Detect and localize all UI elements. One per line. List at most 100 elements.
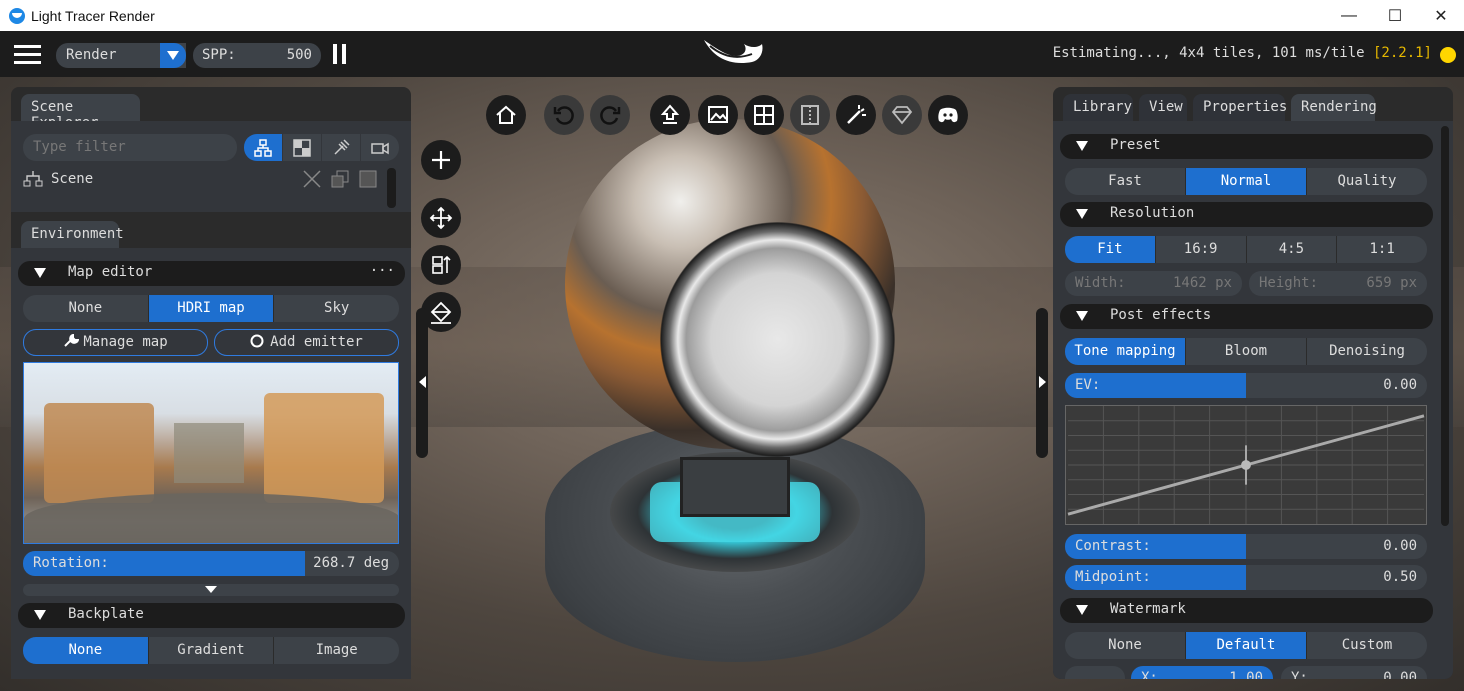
tone-curve-graph[interactable] (1065, 405, 1427, 525)
map-editor-header[interactable]: Map editor ··· (18, 261, 405, 286)
width-label: Width: (1075, 275, 1126, 291)
filter-input[interactable]: Type filter (23, 134, 237, 161)
window-titlebar: Light Tracer Render — ☐ ✕ (0, 0, 1464, 31)
backplate-none[interactable]: None (23, 637, 149, 664)
export-icon[interactable] (650, 95, 690, 135)
spp-field[interactable]: SPP: 500 (193, 43, 321, 68)
tab-properties[interactable]: Properties (1193, 94, 1287, 121)
gem-icon[interactable] (882, 95, 922, 135)
move-icon[interactable] (421, 198, 461, 238)
collapse-icon (1076, 311, 1088, 321)
resolution-header[interactable]: Resolution (1060, 202, 1433, 227)
chevron-down-icon[interactable] (160, 43, 186, 68)
watermark-x-value: 1.00 (1229, 670, 1263, 679)
chevron-right-icon (1039, 376, 1046, 388)
manage-map-label: Manage map (83, 334, 168, 350)
materials-icon[interactable] (283, 134, 321, 161)
resolution-4-5[interactable]: 4:5 (1246, 236, 1338, 263)
expand-bar[interactable] (23, 584, 399, 596)
more-icon[interactable]: ··· (370, 263, 395, 279)
rotation-value: 268.7 deg (313, 555, 389, 571)
height-field[interactable]: Height: 659 px (1249, 271, 1427, 296)
right-scrollbar[interactable] (1441, 126, 1449, 526)
tab-view[interactable]: View (1139, 94, 1187, 121)
add-emitter-label: Add emitter (270, 334, 363, 350)
compare-icon[interactable] (790, 95, 830, 135)
collapse-icon (1076, 141, 1088, 151)
preset-fast[interactable]: Fast (1065, 168, 1186, 195)
delete-icon[interactable] (302, 169, 322, 189)
resolution-16-9[interactable]: 16:9 (1155, 236, 1247, 263)
feather-logo-icon (704, 40, 763, 64)
maximize-button[interactable]: ☐ (1372, 0, 1418, 31)
undo-icon[interactable] (544, 95, 584, 135)
tab-denoising[interactable]: Denoising (1307, 338, 1427, 365)
camera-icon[interactable] (361, 134, 399, 161)
resolution-1-1[interactable]: 1:1 (1337, 236, 1427, 263)
preset-quality[interactable]: Quality (1307, 168, 1427, 195)
hdri-preview[interactable] (23, 362, 399, 544)
midpoint-slider[interactable]: Midpoint: 0.50 (1065, 565, 1427, 590)
resolution-title: Resolution (1110, 205, 1195, 221)
contrast-slider[interactable]: Contrast: 0.00 (1065, 534, 1427, 559)
watermark-selector: None Default Custom (1065, 632, 1427, 659)
status-indicator-icon (1440, 47, 1456, 63)
tab-environment[interactable]: Environment (21, 221, 124, 248)
scene-tree-root[interactable]: Scene (51, 171, 93, 187)
resolution-fit[interactable]: Fit (1065, 236, 1156, 263)
redo-icon[interactable] (590, 95, 630, 135)
render-mode-select[interactable]: Render (56, 43, 186, 68)
watermark-header[interactable]: Watermark (1060, 598, 1433, 623)
backplate-header[interactable]: Backplate (18, 603, 405, 628)
post-effects-header[interactable]: Post effects (1060, 304, 1433, 329)
scene-tree-icon (23, 171, 43, 187)
spp-label: SPP: (202, 47, 236, 63)
magic-wand-icon[interactable] (836, 95, 876, 135)
add-icon[interactable] (421, 140, 461, 180)
version-label: [2.2.1] (1372, 45, 1432, 61)
add-emitter-button[interactable]: Add emitter (214, 329, 399, 356)
image-icon[interactable] (698, 95, 738, 135)
discord-icon[interactable] (928, 95, 968, 135)
align-buttons[interactable] (1065, 666, 1125, 679)
width-field[interactable]: Width: 1462 px (1065, 271, 1242, 296)
map-mode-hdri[interactable]: HDRI map (148, 295, 275, 322)
scale-icon[interactable] (421, 245, 461, 285)
square-icon[interactable] (358, 169, 378, 189)
watermark-y-field[interactable]: Y: 0.00 (1281, 666, 1427, 679)
lights-icon[interactable] (322, 134, 360, 161)
backplate-image[interactable]: Image (274, 637, 399, 664)
backplate-gradient[interactable]: Gradient (148, 637, 275, 664)
watermark-custom[interactable]: Custom (1307, 632, 1427, 659)
tab-tone-mapping[interactable]: Tone mapping (1065, 338, 1186, 365)
collapse-icon (1076, 209, 1088, 219)
minimize-button[interactable]: — (1326, 0, 1372, 31)
chevron-left-icon (419, 376, 426, 388)
scene-scrollbar[interactable] (387, 168, 396, 208)
duplicate-icon[interactable] (330, 169, 350, 189)
preset-normal[interactable]: Normal (1186, 168, 1307, 195)
menu-icon[interactable] (14, 45, 41, 65)
watermark-none[interactable]: None (1065, 632, 1186, 659)
ev-label: EV: (1075, 377, 1101, 393)
tab-scene-explorer[interactable]: Scene Explorer (21, 94, 140, 131)
right-panel-toggle[interactable] (1036, 308, 1048, 458)
watermark-x-field[interactable]: X: 1.00 (1131, 666, 1273, 679)
tab-rendering[interactable]: Rendering (1291, 94, 1377, 121)
preset-header[interactable]: Preset (1060, 134, 1433, 159)
map-mode-sky[interactable]: Sky (274, 295, 399, 322)
height-label: Height: (1259, 275, 1319, 291)
close-button[interactable]: ✕ (1418, 0, 1464, 31)
grid-icon[interactable] (744, 95, 784, 135)
home-icon[interactable] (486, 95, 526, 135)
watermark-default[interactable]: Default (1186, 632, 1307, 659)
manage-map-button[interactable]: Manage map (23, 329, 208, 356)
rotation-slider[interactable]: Rotation: 268.7 deg (23, 551, 399, 576)
map-mode-none[interactable]: None (23, 295, 149, 322)
pause-icon[interactable] (333, 44, 347, 66)
hierarchy-icon[interactable] (244, 134, 282, 161)
ev-slider[interactable]: EV: 0.00 (1065, 373, 1427, 398)
tab-bloom[interactable]: Bloom (1186, 338, 1307, 365)
tab-library[interactable]: Library (1063, 94, 1133, 121)
left-panel-toggle[interactable] (416, 308, 428, 458)
